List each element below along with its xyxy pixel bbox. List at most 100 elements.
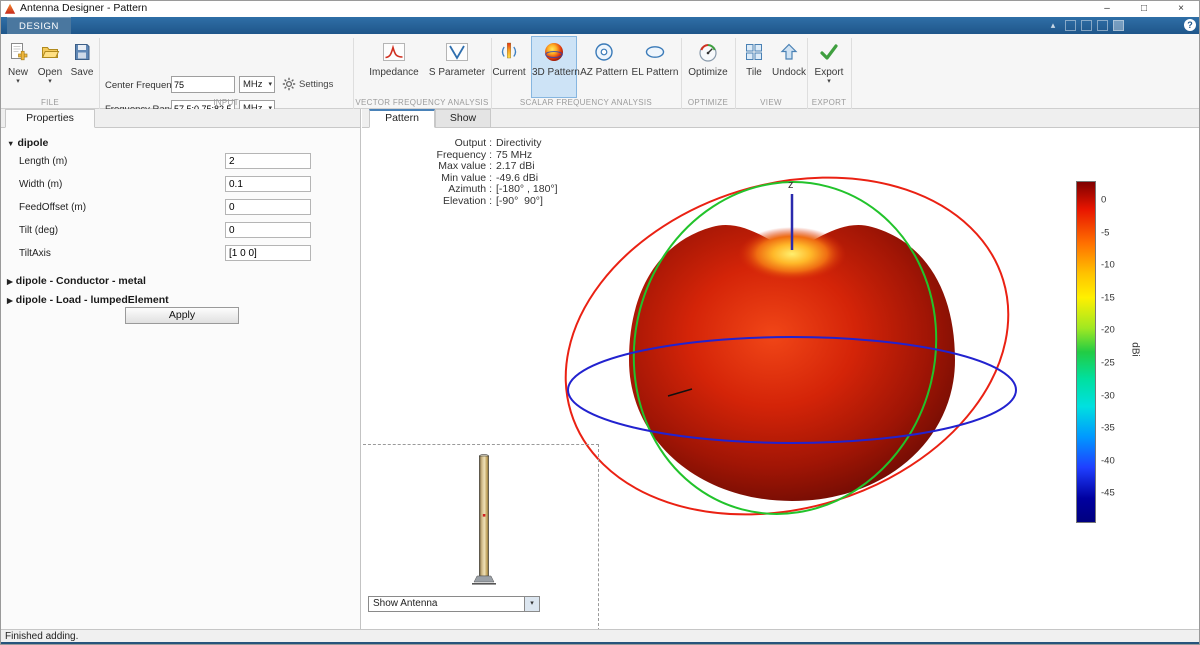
help-icon[interactable]: ? bbox=[1184, 19, 1196, 31]
section-label-file: FILE bbox=[1, 98, 99, 107]
tab-design[interactable]: DESIGN bbox=[7, 17, 71, 34]
z-axis-label: z bbox=[788, 179, 794, 191]
group-load[interactable]: ▶dipole - Load - lumpedElement bbox=[7, 294, 169, 306]
export-icon bbox=[818, 41, 840, 63]
antenna-preview bbox=[463, 451, 507, 591]
quick-access-redo-icon[interactable] bbox=[1097, 20, 1108, 31]
section-label-optimize: OPTIMIZE bbox=[681, 98, 735, 107]
document-tabstrip: Pattern Show bbox=[362, 109, 1199, 128]
az-pattern-button[interactable]: AZ Pattern bbox=[579, 37, 629, 97]
width-input[interactable] bbox=[225, 176, 311, 192]
section-label-vector: VECTOR FREQUENCY ANALYSIS bbox=[353, 98, 491, 107]
toolstrip-collapse-icon[interactable]: ▴ bbox=[1047, 19, 1059, 31]
save-button[interactable]: Save bbox=[67, 37, 97, 97]
quick-access-layout-icon[interactable] bbox=[1113, 20, 1124, 31]
close-button[interactable]: × bbox=[1163, 1, 1199, 17]
maximize-button[interactable]: □ bbox=[1126, 1, 1162, 17]
colorbar-unit-label: dBi bbox=[1130, 342, 1141, 356]
colorbar-tick: 0 bbox=[1101, 195, 1106, 206]
field-label: Tilt (deg) bbox=[19, 225, 58, 236]
window-title: Antenna Designer - Pattern bbox=[20, 2, 147, 14]
antenna-preview-region: Show Antenna ▾ bbox=[363, 444, 599, 631]
section-label-view: VIEW bbox=[735, 98, 807, 107]
tab-properties[interactable]: Properties bbox=[5, 109, 95, 128]
group-conductor[interactable]: ▶dipole - Conductor - metal bbox=[7, 275, 146, 287]
current-icon bbox=[498, 40, 520, 64]
antenna-designer-window: Antenna Designer - Pattern – □ × DESIGN … bbox=[0, 0, 1200, 645]
info-label: Elevation bbox=[374, 196, 492, 208]
open-icon bbox=[40, 42, 60, 62]
section-label-input: INPUT bbox=[99, 98, 353, 107]
tab-pattern[interactable]: Pattern bbox=[369, 109, 435, 128]
new-button[interactable]: New ▾ bbox=[3, 37, 33, 97]
tab-show[interactable]: Show bbox=[435, 109, 491, 128]
section-label-export: EXPORT bbox=[807, 98, 851, 107]
field-label: Width (m) bbox=[19, 179, 62, 190]
tiltaxis-input[interactable] bbox=[225, 245, 311, 261]
apply-button[interactable]: Apply bbox=[125, 307, 239, 324]
new-dropdown-icon[interactable]: ▾ bbox=[3, 78, 33, 85]
title-bar: Antenna Designer - Pattern – □ × bbox=[1, 1, 1199, 17]
colorbar-tick: -30 bbox=[1101, 391, 1115, 402]
s-parameter-icon bbox=[445, 40, 469, 64]
new-icon bbox=[8, 42, 28, 62]
el-pattern-button[interactable]: EL Pattern bbox=[630, 37, 680, 97]
chevron-down-icon: ▾ bbox=[268, 77, 272, 92]
pattern-3d-icon bbox=[542, 40, 566, 64]
length-input[interactable] bbox=[225, 153, 311, 169]
field-label: TiltAxis bbox=[19, 248, 51, 259]
group-dipole[interactable]: ▼dipole bbox=[7, 137, 48, 149]
pattern-document-panel: Pattern Show Output Directivity Frequenc… bbox=[362, 109, 1199, 629]
export-dropdown-icon[interactable]: ▾ bbox=[808, 78, 850, 85]
settings-button[interactable]: Settings bbox=[282, 77, 333, 91]
show-antenna-dropdown[interactable]: Show Antenna ▾ bbox=[368, 596, 540, 612]
quick-access-save-icon[interactable] bbox=[1065, 20, 1076, 31]
colorbar-gradient bbox=[1076, 181, 1096, 523]
info-label: Output bbox=[374, 138, 492, 150]
center-frequency-label: Center Frequency bbox=[105, 80, 181, 91]
colorbar-tick: -45 bbox=[1101, 488, 1115, 499]
export-button[interactable]: Export ▾ bbox=[808, 37, 850, 97]
colorbar-tick: -40 bbox=[1101, 456, 1115, 467]
status-bar: Finished adding. bbox=[1, 629, 1199, 642]
info-label: Max value bbox=[374, 161, 492, 173]
optimize-icon bbox=[697, 41, 719, 63]
radiation-pattern-3d[interactable]: z bbox=[542, 150, 1062, 550]
undock-icon bbox=[779, 42, 799, 62]
pattern-info: Output Directivity Frequency 75 MHz Max … bbox=[374, 138, 558, 207]
center-frequency-input[interactable] bbox=[171, 76, 235, 93]
open-dropdown-icon[interactable]: ▾ bbox=[35, 78, 65, 85]
chevron-down-icon: ▾ bbox=[524, 597, 539, 611]
colorbar: 0 -5 -10 -15 -20 -25 -30 -35 -40 -45 dBi bbox=[1076, 181, 1156, 523]
pattern-3d-button[interactable]: 3D Pattern bbox=[531, 36, 577, 98]
minimize-button[interactable]: – bbox=[1089, 1, 1125, 17]
info-value: Directivity bbox=[496, 138, 558, 150]
ribbon: New ▾ Open ▾ Save Center Frequency MHz ▾ bbox=[1, 34, 1199, 109]
current-button[interactable]: Current bbox=[488, 37, 530, 97]
feedoffset-input[interactable] bbox=[225, 199, 311, 215]
optimize-button[interactable]: Optimize bbox=[683, 37, 733, 97]
center-frequency-unit-combo[interactable]: MHz ▾ bbox=[239, 76, 275, 93]
field-label: Length (m) bbox=[19, 156, 67, 167]
colorbar-tick: -5 bbox=[1101, 228, 1109, 239]
section-label-scalar: SCALAR FREQUENCY ANALYSIS bbox=[491, 98, 681, 107]
expand-icon: ▼ bbox=[7, 139, 14, 148]
colorbar-tick: -10 bbox=[1101, 260, 1115, 271]
tile-icon bbox=[744, 42, 764, 62]
info-label: Azimuth bbox=[374, 184, 492, 196]
tile-button[interactable]: Tile bbox=[738, 37, 770, 97]
properties-tabstrip: Properties bbox=[1, 109, 360, 128]
s-parameter-button[interactable]: S Parameter bbox=[425, 37, 489, 97]
colorbar-tick: -20 bbox=[1101, 325, 1115, 336]
properties-panel: Properties ▼dipole Length (m) Width (m) … bbox=[1, 109, 361, 629]
tilt-input[interactable] bbox=[225, 222, 311, 238]
el-pattern-icon bbox=[644, 41, 666, 63]
save-icon bbox=[72, 42, 92, 62]
open-button[interactable]: Open ▾ bbox=[35, 37, 65, 97]
colorbar-tick: -35 bbox=[1101, 423, 1115, 434]
undock-button[interactable]: Undock bbox=[771, 37, 807, 97]
quick-access-undo-icon[interactable] bbox=[1081, 20, 1092, 31]
impedance-button[interactable]: Impedance bbox=[363, 37, 425, 97]
az-pattern-icon bbox=[593, 41, 615, 63]
colorbar-tick: -25 bbox=[1101, 358, 1115, 369]
